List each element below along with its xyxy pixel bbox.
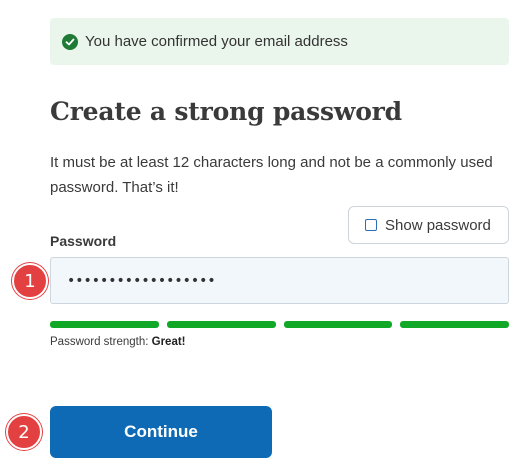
check-circle-icon (62, 33, 78, 50)
strength-segment (166, 321, 276, 328)
password-label: Password (50, 233, 117, 249)
continue-button[interactable]: Continue (50, 406, 272, 458)
step-marker-2: 2 (6, 414, 42, 450)
success-banner: You have confirmed your email address (50, 18, 509, 65)
page-title: Create a strong password (50, 97, 402, 126)
password-input[interactable] (50, 257, 509, 304)
show-password-toggle[interactable]: Show password (348, 206, 509, 244)
success-message: You have confirmed your email address (85, 33, 348, 50)
strength-segment (400, 321, 509, 328)
strength-rating: Great! (151, 336, 186, 348)
strength-segment (283, 321, 393, 328)
step-marker-1: 1 (12, 263, 48, 299)
strength-segment (50, 321, 159, 328)
password-requirements: It must be at least 12 characters long a… (50, 154, 493, 196)
show-password-label: Show password (385, 216, 491, 234)
page: You have confirmed your email address Cr… (0, 0, 530, 475)
show-password-checkbox[interactable] (365, 219, 377, 231)
strength-prefix: Password strength: (50, 336, 152, 348)
password-strength-text: Password strength: Great! (50, 336, 186, 348)
password-strength-meter (50, 321, 509, 328)
